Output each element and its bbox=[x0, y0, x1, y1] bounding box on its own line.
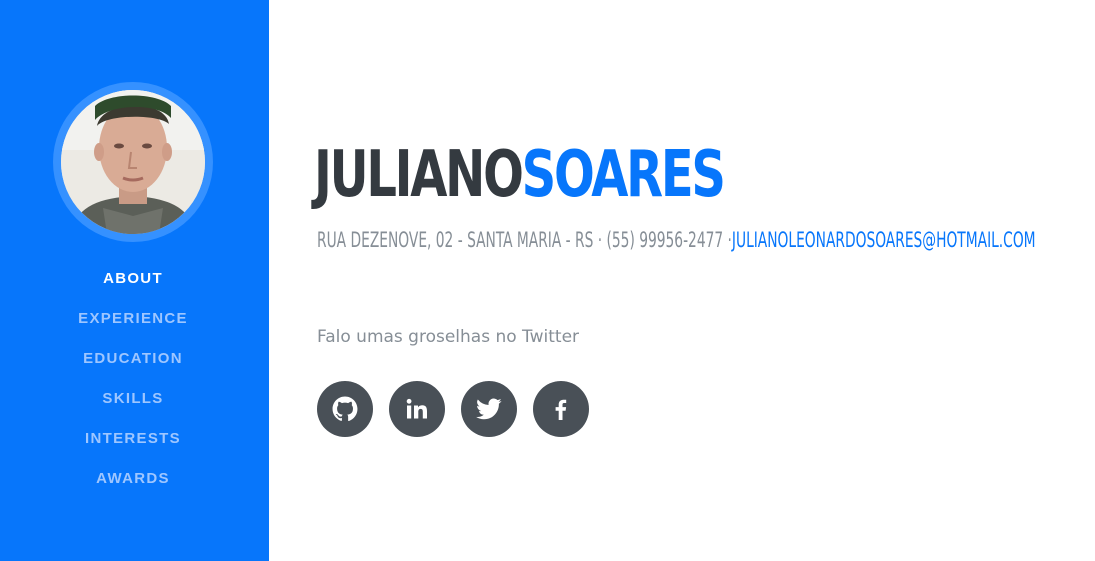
avatar[interactable] bbox=[61, 90, 205, 234]
nav-item-awards[interactable]: AWARDS bbox=[0, 462, 266, 502]
about-section: JULIANOSOARES RUA DEZENOVE, 02 - SANTA M… bbox=[314, 0, 1077, 561]
avatar-ring bbox=[53, 82, 213, 242]
linkedin-icon bbox=[406, 398, 427, 419]
address-text: RUA DEZENOVE, 02 - SANTA MARIA - RS · (5… bbox=[317, 228, 732, 252]
email-link[interactable]: JULIANOLEONARDOSOARES@HOTMAIL.COM bbox=[732, 228, 1036, 252]
nav-item-experience[interactable]: EXPERIENCE bbox=[0, 302, 266, 342]
first-name: JULIANO bbox=[314, 138, 524, 212]
linkedin-button[interactable] bbox=[389, 381, 445, 437]
twitter-icon bbox=[476, 398, 502, 420]
sidebar-nav: ABOUT EXPERIENCE EDUCATION SKILLS INTERE… bbox=[0, 262, 266, 502]
bio-text: Falo umas groselhas no Twitter bbox=[317, 327, 580, 347]
github-button[interactable] bbox=[317, 381, 373, 437]
page-title: JULIANOSOARES bbox=[314, 120, 726, 230]
nav-item-interests[interactable]: INTERESTS bbox=[0, 422, 266, 462]
github-icon bbox=[332, 396, 358, 421]
nav-item-about[interactable]: ABOUT bbox=[0, 262, 266, 302]
facebook-button[interactable] bbox=[533, 381, 589, 437]
nav-item-education[interactable]: EDUCATION bbox=[0, 342, 266, 382]
twitter-button[interactable] bbox=[461, 381, 517, 437]
last-name: SOARES bbox=[521, 138, 726, 212]
avatar-photo bbox=[61, 90, 205, 234]
facebook-icon bbox=[555, 399, 567, 420]
nav-item-skills[interactable]: SKILLS bbox=[0, 382, 266, 422]
sidebar: ABOUT EXPERIENCE EDUCATION SKILLS INTERE… bbox=[0, 0, 269, 561]
social-icons bbox=[317, 381, 589, 437]
contact-line: RUA DEZENOVE, 02 - SANTA MARIA - RS · (5… bbox=[317, 228, 1036, 252]
